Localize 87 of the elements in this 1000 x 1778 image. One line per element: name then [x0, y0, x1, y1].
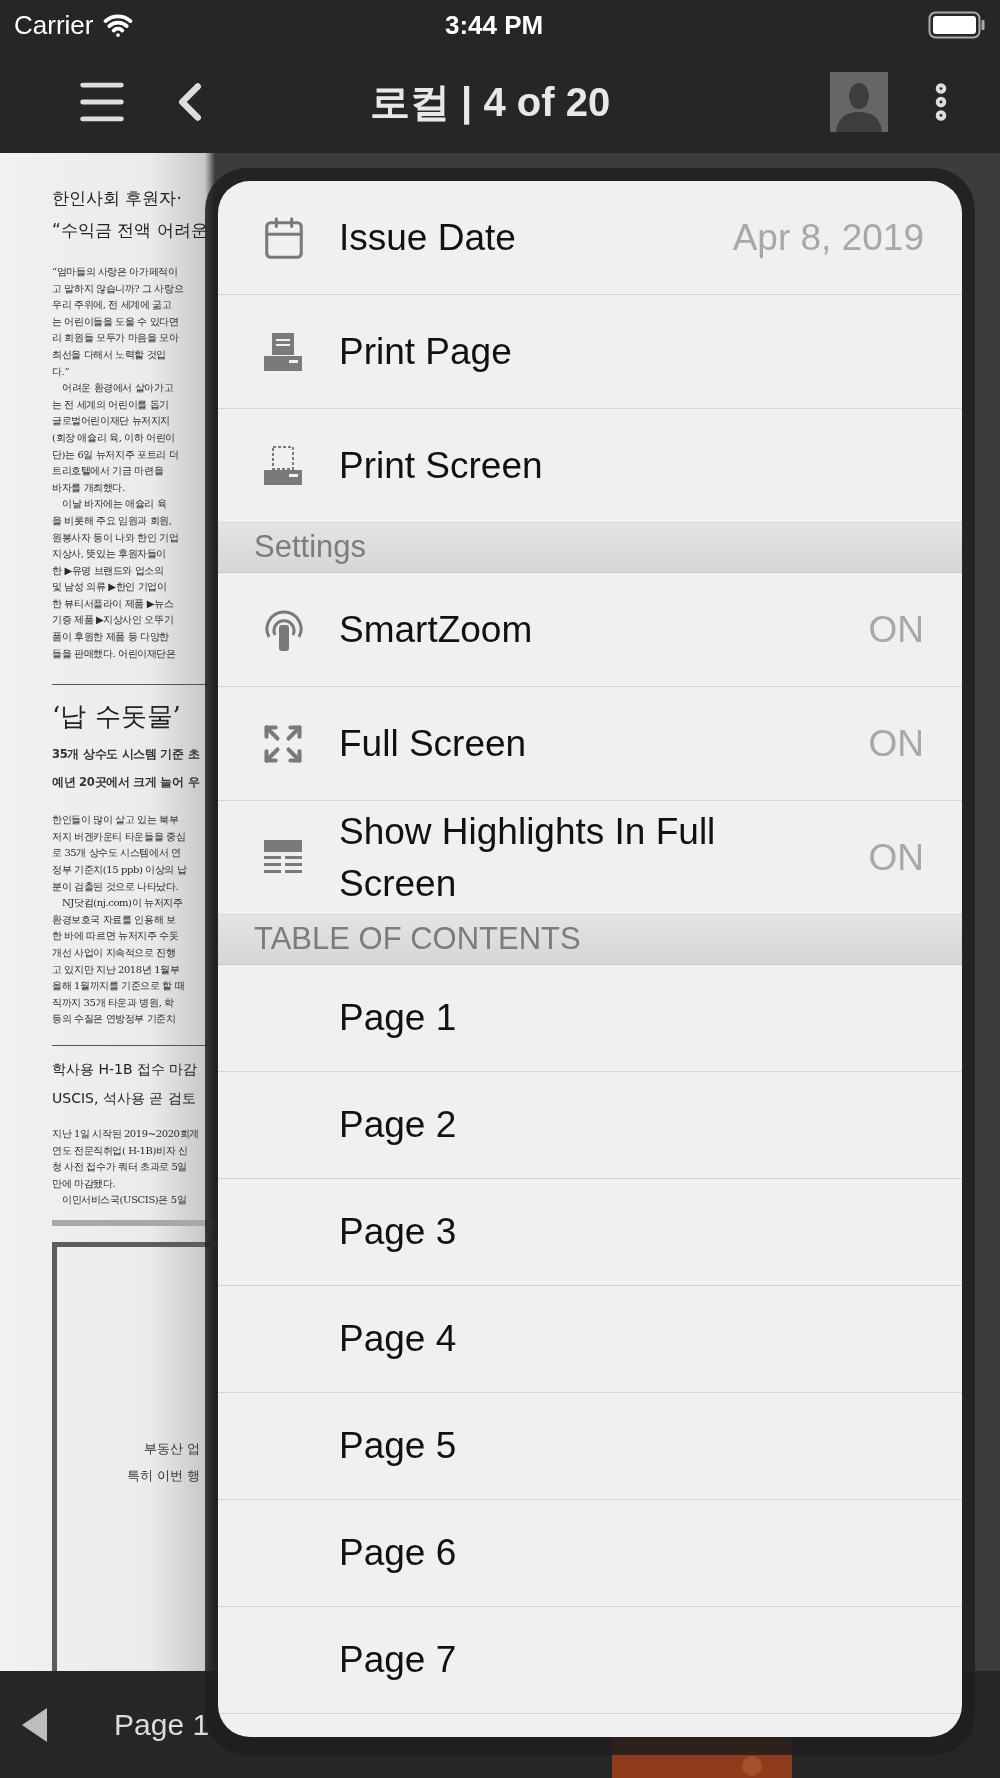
article-text-line: 직까지 35개 타운과 병원, 학 — [52, 995, 175, 1010]
menu-item[interactable]: Print Page — [218, 295, 962, 409]
menu-item-value: ON — [868, 607, 924, 652]
article-text-line: 트리호텔에서 기금 마련을 — [52, 464, 165, 479]
article-text-line: 만에 마감됐다. — [52, 1176, 117, 1191]
menu-item[interactable]: Page 5 — [218, 1393, 962, 1500]
page-label: Page 1 — [114, 1707, 210, 1743]
article-text-line: 어려운 환경에서 살아가고 — [61, 381, 175, 396]
menu-item[interactable]: Issue Date Apr 8, 2019 — [218, 181, 962, 295]
article-text-line: 바자를 개최했다. — [52, 480, 126, 495]
menu-item-label: SmartZoom — [339, 607, 533, 652]
menu-item-label: Page 1 — [339, 996, 457, 1040]
previous-page-icon[interactable] — [22, 1707, 48, 1742]
article-text-line: 최선을 다해서 노력할 것입 — [52, 347, 167, 362]
article-text-line: 들을 판매했다. 어린이재단은 — [52, 646, 177, 661]
battery-icon — [928, 11, 986, 39]
article-title: USCIS, 석사용 곧 검토 — [52, 1088, 197, 1108]
article-text-line: 리 회원들 모두가 마음을 모아 — [52, 331, 180, 346]
article-subtitle: 예년 20곳에서 크게 늘어 우 — [52, 774, 201, 792]
article-text-line: 한 ▶유명 브랜드와 업소의 — [52, 563, 165, 578]
carrier-label: Carrier — [14, 8, 94, 42]
article-text-line: 한 바에 따르면 뉴저지주 수돗 — [52, 929, 180, 944]
article-text-line: 지상사, 뜻있는 후원자들이 — [52, 547, 167, 562]
menu-item[interactable]: Page 2 — [218, 1072, 962, 1179]
article-text-line: 한 뷰티서플라이 제품 ▶뉴스 — [52, 596, 175, 611]
article-text-line: 지난 1일 시작된 2019~2020회계 — [52, 1126, 200, 1141]
menu-item[interactable]: Page 7 — [218, 1607, 962, 1714]
article-text-line: 환경보호국 자료를 인용해 보 — [52, 912, 177, 927]
article-text-line: 한인들이 많이 살고 있는 북부 — [52, 813, 180, 828]
article-text-line: 청 사전 접수가 쿼터 초과로 5일 — [52, 1160, 189, 1175]
article-text-line: 및 남성 의류 ▶한인 기업이 — [52, 580, 168, 595]
menu-item-label: Page 3 — [339, 1210, 457, 1254]
article-title: ‘납 수돗물’ — [52, 700, 182, 734]
article-text-line: 원봉사자 등이 나와 한인 기업 — [52, 530, 180, 545]
menu-item-label: Print Screen — [339, 443, 543, 488]
menu-item-value: Apr 8, 2019 — [732, 215, 924, 260]
article-text-line: 연도 전문직취업( H-1B)비자 신 — [52, 1143, 189, 1158]
menu-item[interactable]: Page 4 — [218, 1286, 962, 1393]
menu-item-label: Full Screen — [339, 721, 527, 766]
article-title: 한인사회 후원자· — [52, 187, 183, 210]
article-text-line: 정부 기준치(15 ppb) 이상의 납 — [52, 863, 188, 878]
advertisement-text: 특히 이번 행 — [126, 1466, 200, 1485]
article-text-line: 글로벌어린이재단 뉴저지지 — [52, 414, 171, 429]
menu-item-label: Print Page — [339, 329, 512, 374]
menu-item[interactable]: Page 6 — [218, 1500, 962, 1607]
menu-item[interactable]: Page 1 — [218, 965, 962, 1072]
menu-item-value: ON — [868, 721, 924, 766]
menu-item[interactable]: SmartZoom ON — [218, 573, 962, 687]
article-text-line: 기증 제품 ▶지상사인 오뚜기 — [52, 613, 175, 628]
article-title: 학사용 H-1B 접수 마감 — [52, 1059, 199, 1079]
section-header: Settings — [218, 523, 962, 573]
article-subtitle: 35개 상수도 시스템 기준 초 — [52, 746, 201, 764]
advertisement-text: 부동산 업 — [143, 1439, 200, 1458]
article-text-line: 등의 수질은 연방정부 기준치 — [52, 1012, 177, 1027]
menu-item-label: Show Highlights In Full Screen — [339, 809, 717, 906]
print-screen-icon — [261, 443, 305, 488]
menu-item-value: ON — [868, 835, 924, 880]
article-text-line: 품이 후원한 제품 등 다양한 — [52, 630, 170, 645]
article-text-line: 우리 주위에, 전 세계에 굶고 — [52, 298, 173, 313]
menu-item-label: Page 6 — [339, 1531, 457, 1575]
article-text-line: NJ닷컴(nj.com)이 뉴저지주 — [61, 896, 184, 911]
menu-item[interactable]: Full Screen ON — [218, 687, 962, 801]
page-title: 로컬 | 4 of 20 — [370, 78, 611, 127]
menu-item-label: Page 4 — [339, 1317, 457, 1361]
article-text-line: 단)는 6일 뉴저지주 포트리 더 — [52, 447, 180, 462]
article-text-line: 분이 검출된 것으로 나타났다. — [52, 879, 180, 894]
section-header: TABLE OF CONTENTS — [218, 915, 962, 965]
menu-item-label: Issue Date — [339, 215, 516, 260]
article-text-line: 고 있지만 지난 2018년 1월부 — [52, 962, 181, 977]
menu-item[interactable]: Page 3 — [218, 1179, 962, 1286]
article-text-line: 는 어린이들을 도울 수 있다면 — [52, 314, 180, 329]
article-text-line: “엄마들의 사랑은 아가페적이 — [52, 265, 179, 279]
article-text-line: 다.” — [52, 364, 71, 379]
article-text-line: 을 비롯해 주요 임원과 회원, — [52, 513, 173, 528]
article-text-line: 저지 버겐카운티 타운들을 중심 — [52, 829, 187, 844]
menu-item-label: Page 7 — [339, 1638, 457, 1682]
article-text-line: (회장 애슐리 육, 이하 어린이 — [52, 430, 176, 445]
status-time: 3:44 PM — [445, 8, 544, 42]
article-text-line: 이민서비스국(USCIS)은 5일 — [61, 1193, 188, 1208]
article-text-line: 고 말하지 않습니까? 그 사랑으 — [52, 281, 185, 296]
article-text-line: 올해 1월까지를 기준으로 할 때 — [52, 979, 186, 994]
menu-item-label: Page 5 — [339, 1424, 457, 1468]
menu-item-label: Page 2 — [339, 1103, 457, 1147]
article-text-line: 는 전 세계의 어린이를 돕기 — [52, 397, 170, 412]
article-text-line: 개선 사업이 지속적으로 진행 — [52, 946, 177, 960]
article-text-line: 로 35개 상수도 시스템에서 연 — [52, 846, 182, 861]
article-text-line: 이날 바자에는 애슐리 육 — [61, 497, 168, 512]
